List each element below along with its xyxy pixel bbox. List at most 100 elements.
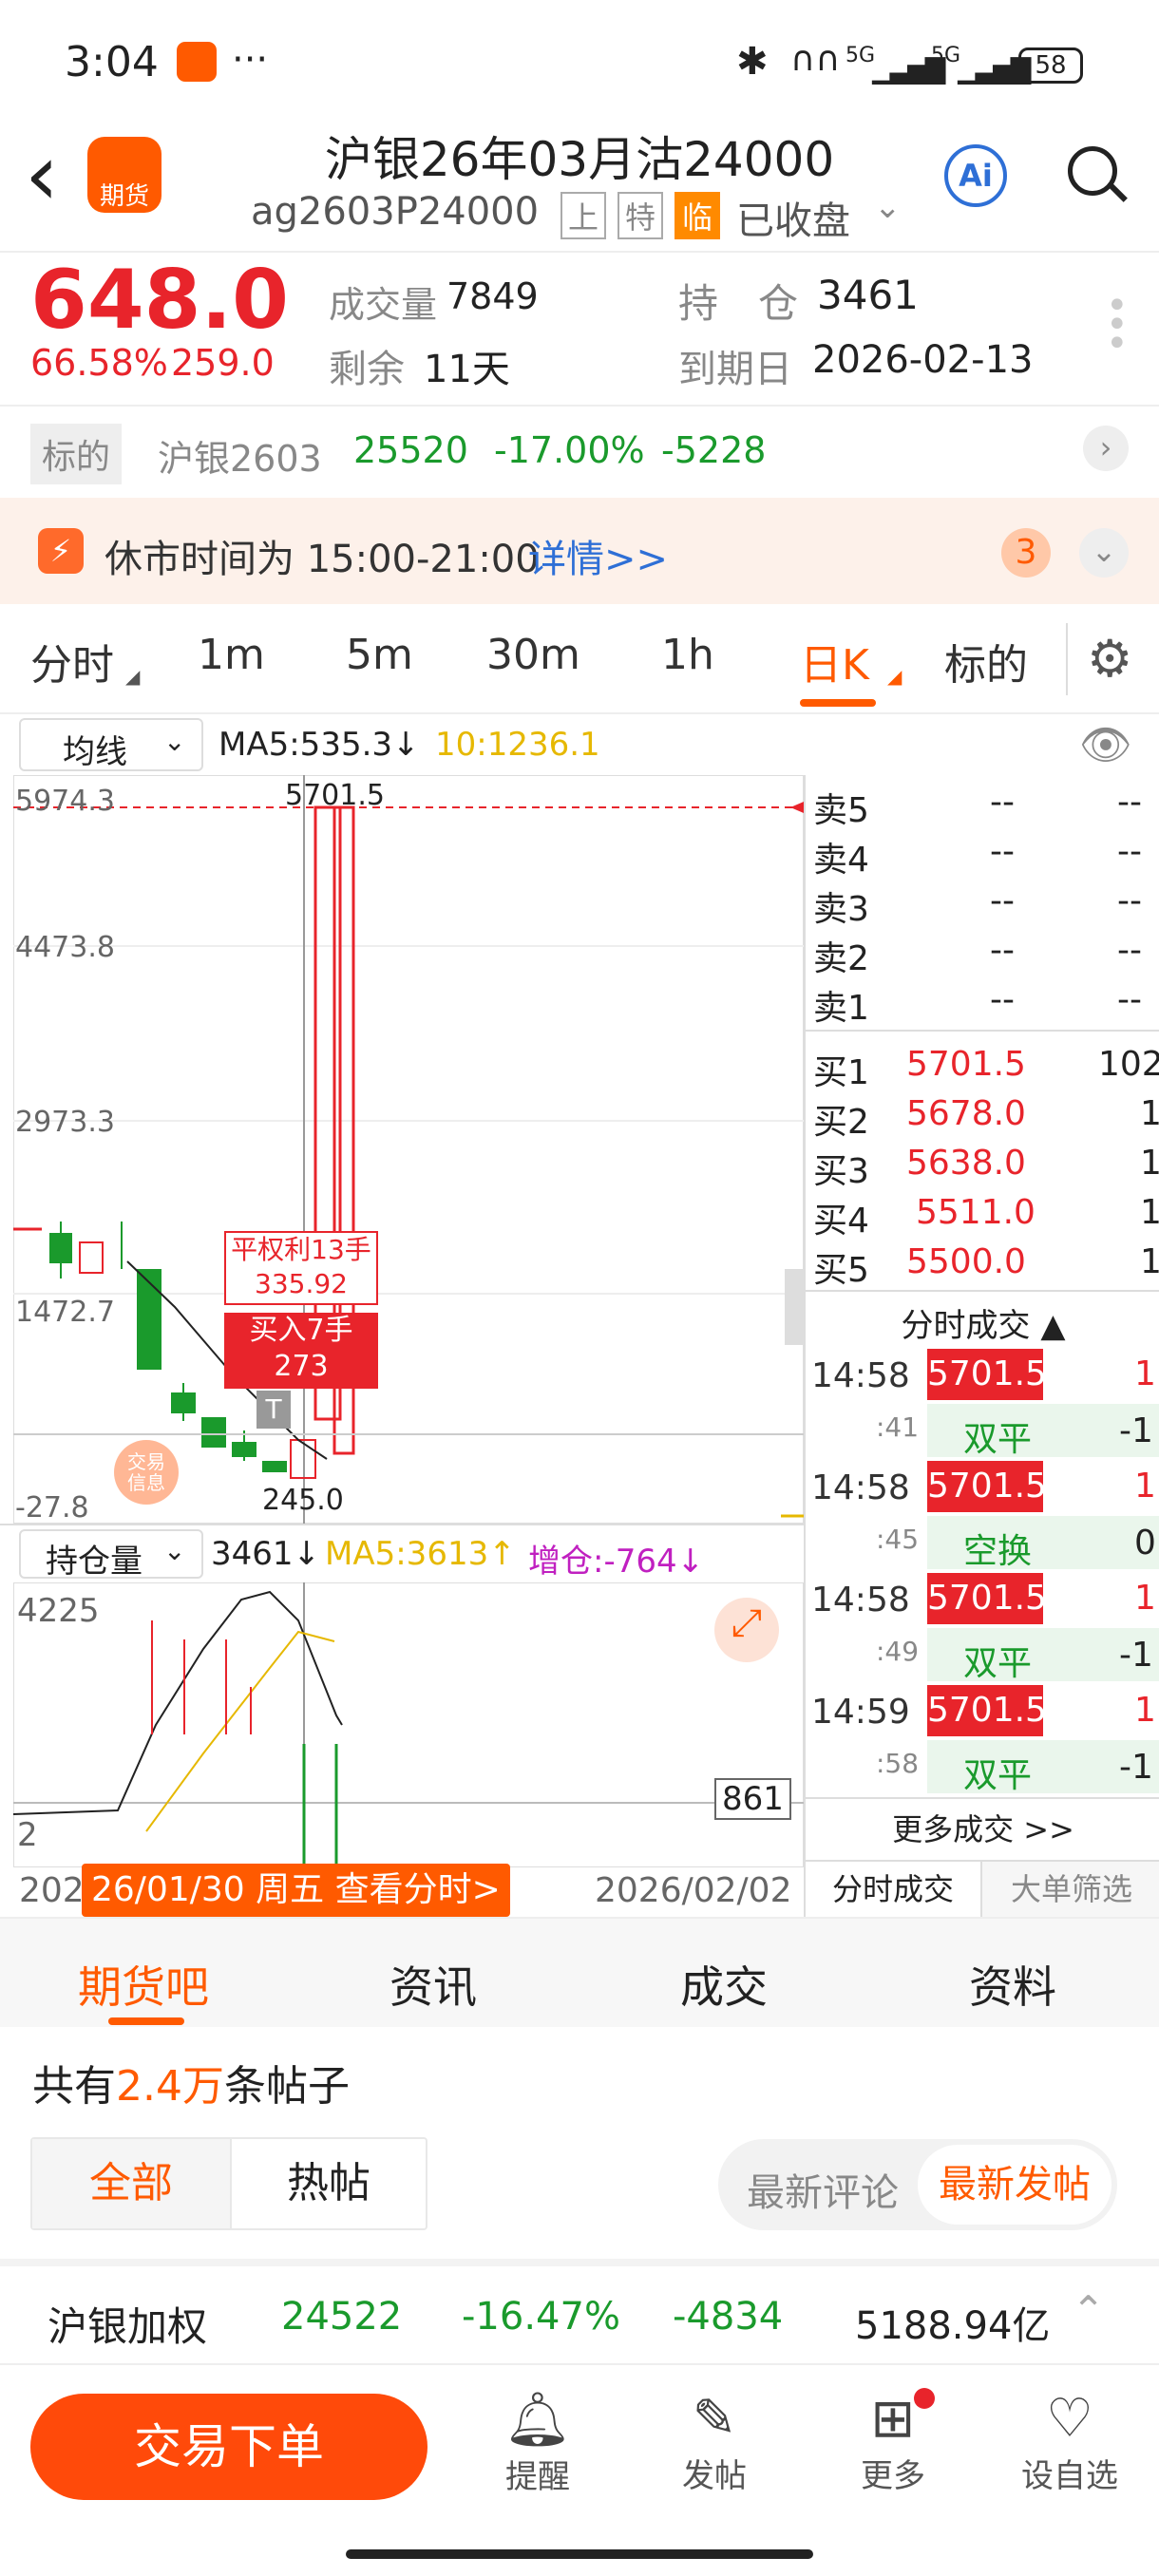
date-right: 2026/02/02 <box>595 1871 792 1910</box>
settings-gear-icon[interactable]: ⚙ <box>1087 629 1132 689</box>
trade-price: 5701.5 <box>927 1685 1047 1736</box>
sort-latest-post[interactable]: 最新发帖 <box>918 2145 1112 2225</box>
date-left: 202 <box>19 1871 85 1910</box>
ai-assistant-button[interactable]: Ai <box>944 144 1007 207</box>
chevron-down-icon[interactable]: ⌄ <box>1079 528 1129 578</box>
posts-count: 共有2.4万条帖子 <box>32 2052 350 2112</box>
ask-label: 卖2 <box>813 939 869 978</box>
oi-y-bottom: 2 <box>17 1816 38 1854</box>
trade-seconds: :49 <box>876 1636 920 1667</box>
bid-row: 买3 5638.0 1 <box>813 1144 1159 1191</box>
trade-time: 14:58 <box>811 1581 910 1619</box>
underlying-change: -5228 <box>661 429 767 471</box>
trade-info-button[interactable]: 交易信息 <box>114 1440 179 1505</box>
tab-futures-forum[interactable]: 期货吧 <box>78 1953 209 2016</box>
filter-all[interactable]: 全部 <box>32 2139 230 2228</box>
ask-row: 卖2 -- -- <box>813 931 1155 978</box>
view-intraday-button[interactable]: 26/01/30 周五 查看分时> <box>82 1864 510 1917</box>
tab-1m[interactable]: 1m <box>198 631 265 679</box>
tab-underlying[interactable]: 标的 <box>944 631 1028 691</box>
trade-volume: 1 <box>1134 1691 1156 1730</box>
kline-chart[interactable]: 5974.3 4473.8 2973.3 1472.7 -27.8 5701.5… <box>13 775 804 1525</box>
divider <box>0 2259 1159 2266</box>
tab-big-orders[interactable]: 大单筛选 <box>982 1860 1159 1917</box>
tab-news[interactable]: 资讯 <box>390 1953 477 2016</box>
oi-row: 持仓量 ⌄ 3461↓ MA5:3613↑ 增仓:-764↓ <box>0 1524 804 1582</box>
tab-trades[interactable]: 成交 <box>680 1953 768 2016</box>
oi-select[interactable]: 持仓量 ⌄ <box>19 1529 203 1581</box>
more-button[interactable]: ⊞ 更多 <box>846 2388 940 2521</box>
trade-item: 14:58 5701.5 1 :41 双平 -1 <box>806 1349 1159 1461</box>
tab-30m[interactable]: 30m <box>486 631 580 679</box>
tab-5m[interactable]: 5m <box>346 631 413 679</box>
ask-volume: -- <box>1117 832 1142 871</box>
trade-oi-change: -1 <box>1119 1636 1153 1675</box>
notice-count-badge[interactable]: 3 <box>1001 528 1051 578</box>
place-order-button[interactable]: 交易下单 <box>30 2394 428 2500</box>
order-book: 卖5 -- -- 卖4 -- -- 卖3 -- -- 卖2 -- -- 卖1 -- -- 买1 570… <box>804 775 1159 1917</box>
oi-chart[interactable]: 4225 2 ⤢ 861 <box>13 1582 804 1867</box>
sort-latest-comment[interactable]: 最新评论 <box>747 2162 899 2217</box>
y-tick-top: 5974.3 <box>15 785 115 818</box>
chevron-down-icon[interactable]: ⌄ <box>874 188 902 226</box>
posts-count-value: 2.4万 <box>116 2062 224 2111</box>
sort-switch: 最新评论 最新发帖 <box>718 2139 1117 2230</box>
tab-intraday[interactable]: 分时 <box>30 631 114 691</box>
ask-label: 卖5 <box>813 791 869 830</box>
bid-row: 买1 5701.5 102 <box>813 1045 1159 1092</box>
trades-header[interactable]: 分时成交 ▲ <box>806 1299 1159 1347</box>
battery-icon: 58 <box>1018 47 1083 84</box>
trade-price: 5701.5 <box>927 1349 1047 1400</box>
trade-marker: T <box>256 1391 291 1429</box>
bluetooth-icon: ✱ <box>736 40 769 84</box>
close-position-annotation[interactable]: 平权利13手 335.92 <box>224 1231 378 1305</box>
underlying-row[interactable]: 标的 沪银2603 25520 -17.00% -5228 › <box>0 407 1159 498</box>
tab-profile[interactable]: 资料 <box>969 1953 1056 2016</box>
tag-exchange: 上 <box>560 192 607 239</box>
tab-daily-k[interactable]: 日K <box>800 631 869 691</box>
chevron-up-icon[interactable]: ⌃ <box>1072 2287 1105 2334</box>
bid-volume: 1 <box>1140 1193 1159 1232</box>
trade-seconds: :41 <box>876 1411 920 1443</box>
notice-detail-link[interactable]: 详情>> <box>528 528 668 583</box>
market-status[interactable]: 已收盘 <box>736 190 850 245</box>
trade-item: 14:59 5701.5 1 :58 双平 -1 <box>806 1685 1159 1797</box>
filter-hot[interactable]: 热帖 <box>230 2139 426 2228</box>
add-watchlist-button[interactable]: ♡ 设自选 <box>1013 2388 1127 2521</box>
bid-price: 5511.0 <box>916 1193 1036 1232</box>
ai-label: Ai <box>959 158 993 194</box>
post-button[interactable]: ✎ 发帖 <box>667 2388 762 2521</box>
posts-filter: 全部 热帖 <box>30 2137 428 2230</box>
bid-label: 买4 <box>813 1202 869 1241</box>
tab-intraday-trades[interactable]: 分时成交 <box>806 1860 982 1917</box>
eye-icon[interactable]: 👁 <box>1079 720 1132 769</box>
trade-volume: 1 <box>1134 1579 1156 1618</box>
tab-1h[interactable]: 1h <box>661 631 714 679</box>
trade-volume: 1 <box>1134 1467 1156 1506</box>
quote-panel: 648.0 66.58% 259.0 成交量 7849 持 仓 3461 剩余 … <box>0 253 1159 405</box>
expand-icon[interactable]: ⤢ <box>732 1601 762 1645</box>
y-tick-3: 2973.3 <box>15 1106 115 1139</box>
remind-button[interactable]: 🔔︎ 提醒 <box>490 2388 585 2521</box>
y-tick-4: 1472.7 <box>15 1296 115 1329</box>
signal-2-label: 5G <box>931 44 961 67</box>
ticker-name: 沪银加权 <box>48 2303 208 2350</box>
bid-row: 买4 5511.0 1 <box>813 1193 1159 1241</box>
more-vertical-icon[interactable]: • • • <box>1106 287 1129 363</box>
ticker-change: -4834 <box>673 2295 784 2339</box>
trade-price: 5701.5 <box>927 1461 1047 1512</box>
oi-select-label: 持仓量 <box>46 1543 142 1581</box>
ma-select[interactable]: 均线 ⌄ <box>19 718 203 771</box>
vibrate-icon: ∩∩ <box>790 40 841 79</box>
notice-banner: ⚡ 休市时间为 15:00-21:00 详情>> 3 ⌄ <box>0 498 1159 604</box>
ma-select-label: 均线 <box>63 733 127 771</box>
date-bar: 202 26/01/30 周五 查看分时> 2026/02/02 <box>0 1864 804 1917</box>
ask-label: 卖3 <box>813 890 869 929</box>
index-ticker[interactable]: 沪银加权 24522 -16.47% -4834 5188.94亿 ⌃ <box>0 2266 1159 2365</box>
more-trades-link[interactable]: 更多成交 >> <box>806 1797 1159 1860</box>
chevron-right-icon[interactable]: › <box>1083 426 1129 471</box>
ask-volume: -- <box>1117 881 1142 920</box>
trade-item: 14:58 5701.5 1 :49 双平 -1 <box>806 1573 1159 1685</box>
buy-annotation[interactable]: 买入7手 273 <box>224 1313 378 1389</box>
volume-label: 成交量 <box>329 284 438 326</box>
